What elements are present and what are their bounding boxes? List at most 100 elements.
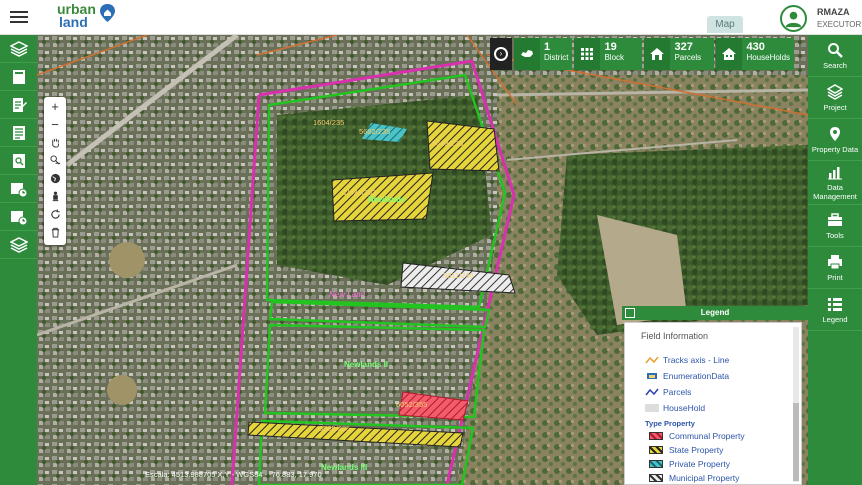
layers-icon [9, 40, 28, 57]
layers-icon [9, 236, 28, 253]
legend-type-item[interactable]: State Property [649, 445, 723, 455]
menu-label: Search [823, 60, 847, 70]
stat-district[interactable]: 1 District [514, 38, 573, 70]
legend-type-label: State Property [669, 445, 724, 455]
sidebar-layers-alt-button[interactable] [0, 231, 37, 259]
calendar-clock-icon [10, 210, 27, 225]
stats-toggle-button[interactable]: › [490, 38, 512, 70]
calendar-clock-icon [10, 182, 27, 197]
parcel-label[interactable]: 5682/235 [359, 127, 390, 136]
tab-map[interactable]: Map [707, 16, 743, 33]
sidebar-calendar-time-button[interactable] [0, 175, 37, 203]
menu-legend[interactable]: Legend [808, 289, 862, 331]
legend-panel[interactable]: Field Information Tracks axis - Line Enu… [624, 322, 802, 485]
house-icon [644, 38, 671, 70]
logo-text-land: land [59, 14, 88, 30]
area-label[interactable]: Newlands II [344, 360, 388, 369]
communal-swatch-icon [649, 432, 663, 440]
hamburger-menu-icon[interactable] [10, 8, 28, 26]
stat-parcels[interactable]: 327 Parcels [644, 38, 715, 70]
sidebar-document-list-button[interactable] [0, 119, 37, 147]
legend-type-item[interactable]: Communal Property [649, 431, 745, 441]
menu-label: Data Management [813, 183, 857, 201]
menu-label: Legend [822, 314, 848, 324]
app-logo[interactable]: urban land [57, 2, 96, 30]
menu-label: Property Data [811, 144, 859, 154]
parcels-line-icon [645, 388, 659, 396]
edit-document-icon [12, 97, 27, 112]
legend-item-label: HouseHold [663, 403, 706, 413]
sidebar-document-search-button[interactable] [0, 147, 37, 175]
legend-type-item[interactable]: Private Property [649, 459, 730, 469]
sidebar-calendar-time-button-2[interactable] [0, 203, 37, 231]
municipal-swatch-icon [649, 474, 663, 482]
statistics-bar: › 1 District 19 Block 327 Parcels 430 HouseH… [490, 38, 795, 70]
tracks-line-icon [645, 356, 659, 364]
parcel-label[interactable]: 5611/235 [443, 271, 474, 280]
menu-tools[interactable]: Tools [808, 205, 862, 247]
zoom-box-icon[interactable] [44, 151, 66, 169]
legend-type-label: Municipal Property [669, 473, 740, 483]
menu-data-management[interactable]: Data Management [808, 161, 862, 205]
map-icon [514, 38, 540, 70]
legend-item[interactable]: Tracks axis - Line [645, 355, 729, 365]
parcel-label[interactable]: 5643/235 [432, 139, 463, 148]
area-label[interactable]: Newlands [368, 195, 406, 204]
menu-print[interactable]: Print [808, 247, 862, 289]
pin-icon [830, 126, 840, 141]
menu-label: Tools [826, 230, 844, 240]
locate-person-icon[interactable] [44, 187, 66, 205]
legend-scrollbar[interactable] [793, 327, 799, 482]
enumeration-data-icon [647, 373, 657, 379]
menu-search[interactable]: Search [808, 35, 862, 77]
stat-label: Block [604, 53, 625, 62]
sidebar-edit-document-button[interactable] [0, 91, 37, 119]
stat-block[interactable]: 19 Block [574, 38, 643, 70]
trash-icon[interactable] [44, 223, 66, 241]
legend-item[interactable]: EnumerationData [645, 371, 729, 381]
globe-icon[interactable] [44, 169, 66, 187]
menu-label: Print [827, 272, 843, 282]
refresh-icon[interactable] [44, 205, 66, 223]
stat-label: HouseHolds [746, 53, 791, 62]
legend-type-label: Private Property [669, 459, 730, 469]
area-label[interactable]: New Land [329, 290, 366, 299]
right-sidebar: Search Project Property Data Data Manage… [808, 35, 862, 485]
legend-header[interactable]: Legend [622, 306, 808, 320]
legend-item[interactable]: HouseHold [645, 403, 705, 413]
search-icon [828, 42, 843, 58]
menu-project[interactable]: Project [808, 77, 862, 119]
stat-value: 19 [604, 41, 617, 53]
pan-hand-icon[interactable] [44, 133, 66, 151]
legend-type-item[interactable]: Municipal Property [649, 473, 739, 483]
zoom-out-button[interactable]: − [44, 115, 66, 133]
field-information-title: Field Information [641, 331, 709, 341]
sidebar-layers-button[interactable] [0, 35, 37, 63]
stat-households[interactable]: 430 HouseHolds [716, 38, 795, 70]
bar-chart-icon [828, 167, 842, 180]
legend-item-label: Tracks axis - Line [663, 355, 730, 365]
document-search-icon [12, 153, 25, 168]
legend-item-label: EnumerationData [663, 371, 730, 381]
grid-icon [574, 38, 601, 70]
parcel-label[interactable]: 6052/355 [396, 400, 427, 409]
scrollbar-thumb[interactable] [793, 403, 799, 481]
user-avatar[interactable] [780, 5, 807, 32]
stat-label: Parcels [674, 53, 702, 62]
legend-item-label: Parcels [663, 387, 692, 397]
user-name[interactable]: RMAZA [817, 7, 850, 17]
parcel-label[interactable]: 1604/235 [313, 118, 344, 127]
state-swatch-icon [649, 446, 663, 454]
document-list-icon [12, 125, 25, 140]
chevron-right-icon: › [494, 47, 508, 61]
sidebar-book-button[interactable] [0, 63, 37, 91]
map-tools-panel: + − [44, 97, 66, 245]
parcel-label[interactable]: 6585/235 [319, 424, 350, 433]
left-sidebar [0, 35, 37, 485]
area-label[interactable]: Newlands III [321, 463, 367, 472]
menu-property-data[interactable]: Property Data [808, 119, 862, 161]
list-icon [828, 297, 842, 311]
legend-item[interactable]: Parcels [645, 387, 691, 397]
zoom-in-button[interactable]: + [44, 97, 66, 115]
stat-label: District [544, 53, 569, 62]
